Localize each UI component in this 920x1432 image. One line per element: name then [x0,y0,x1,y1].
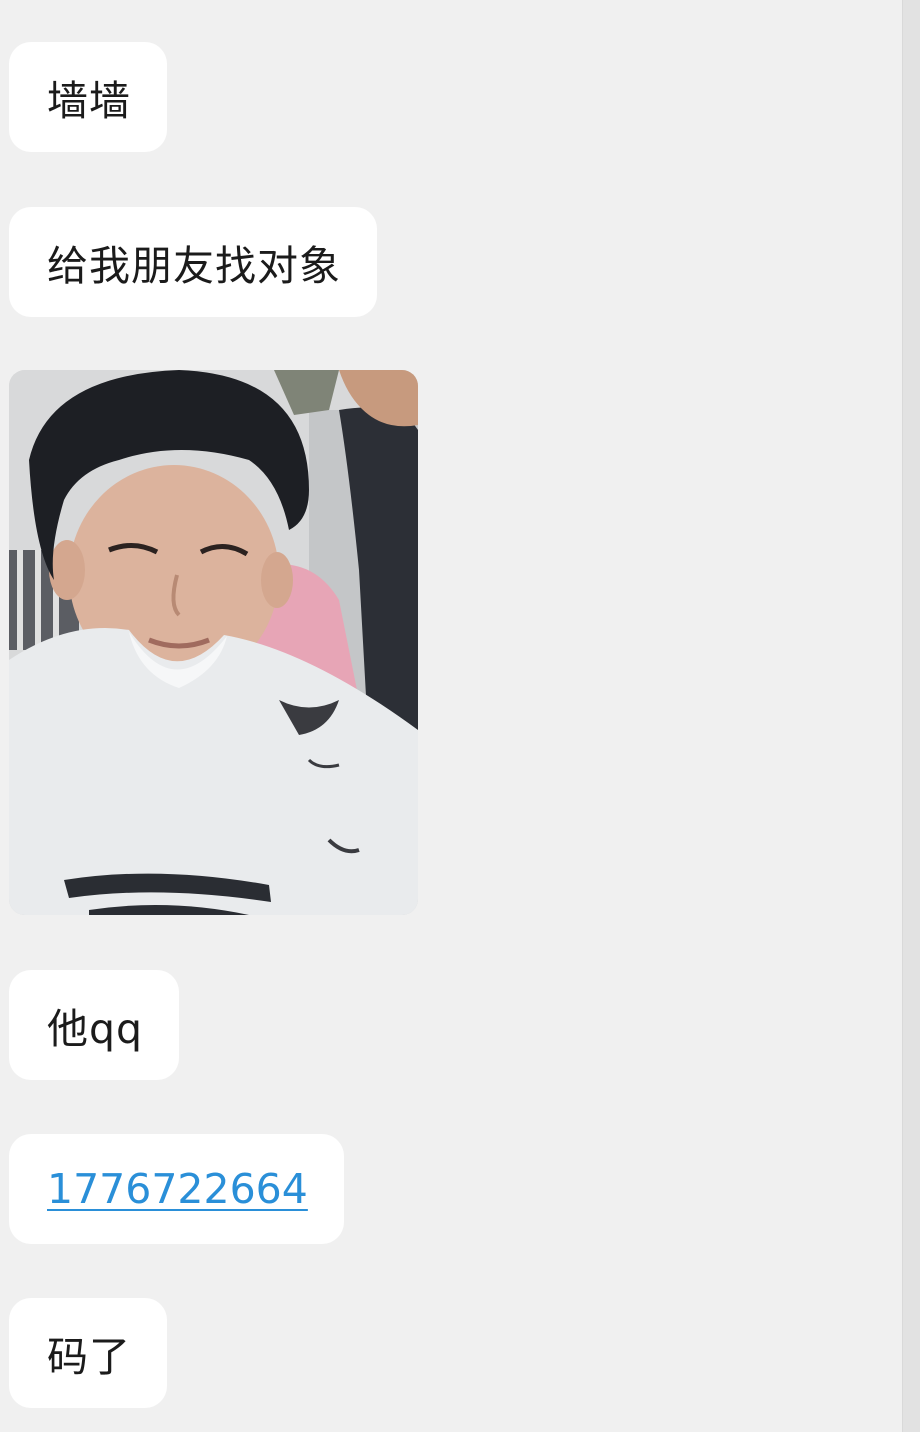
message-bubble[interactable]: 1776722664 [9,1134,344,1244]
message-text: 墙墙 [47,77,131,125]
photo-of-boy-at-barber-icon [9,370,418,915]
image-message[interactable] [9,370,418,915]
message-bubble[interactable]: 给我朋友找对象 [9,207,377,317]
message-text: 他qq [47,1005,144,1053]
message-bubble[interactable]: 码了 [9,1298,167,1408]
message-text: 码了 [47,1333,131,1381]
qq-number-link[interactable]: 1776722664 [47,1165,308,1213]
message-bubble[interactable]: 墙墙 [9,42,167,152]
message-text: 给我朋友找对象 [47,242,341,290]
message-bubble[interactable]: 他qq [9,970,180,1080]
scrollbar[interactable] [902,0,920,1432]
chat-message-list: 墙墙 给我朋友找对象 他qq 1776722664 码了 [0,0,902,1432]
